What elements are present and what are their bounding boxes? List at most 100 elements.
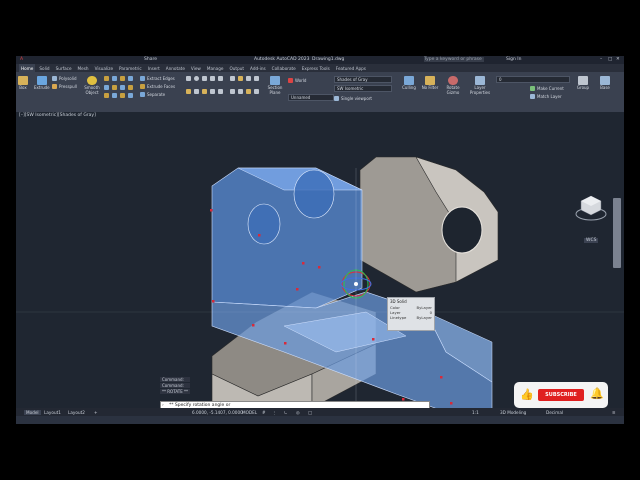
polysolid-button[interactable]: Polysolid bbox=[52, 76, 77, 81]
offset-icon[interactable] bbox=[246, 76, 251, 81]
add-layout-button[interactable]: + bbox=[94, 410, 98, 415]
ortho-icon[interactable]: ∟ bbox=[284, 410, 288, 415]
sign-in-link[interactable]: Sign In bbox=[506, 57, 521, 62]
box-button[interactable]: Box bbox=[18, 76, 28, 91]
model-tab[interactable]: Model bbox=[24, 409, 41, 415]
circle-icon[interactable] bbox=[194, 76, 199, 81]
rotate-gizmo-button[interactable]: Rotate Gizmo bbox=[442, 76, 464, 95]
tab-output[interactable]: Output bbox=[227, 64, 246, 72]
tab-surface[interactable]: Surface bbox=[54, 64, 74, 72]
rotate-icon[interactable] bbox=[202, 89, 207, 94]
mesh-tool-icon[interactable] bbox=[112, 93, 117, 99]
tab-home[interactable]: Home bbox=[19, 64, 36, 72]
drawing-viewport[interactable]: [–][SW Isometric][Shades of Gray] 3D Sol… bbox=[16, 112, 624, 408]
workspace-switch[interactable]: 3D Modeling bbox=[500, 410, 526, 415]
match-layer-button[interactable]: Match Layer bbox=[530, 94, 562, 99]
customize-icon[interactable]: ≡ bbox=[612, 410, 616, 415]
grid-icon[interactable]: # bbox=[262, 410, 266, 415]
mesh-tool-icon[interactable] bbox=[104, 84, 109, 90]
subscribe-badge[interactable]: 👍 SUBSCRIBE 🔔 bbox=[514, 382, 608, 408]
close-icon[interactable]: ✕ bbox=[616, 57, 620, 62]
stretch-icon[interactable] bbox=[246, 89, 251, 94]
subscribe-button[interactable]: SUBSCRIBE bbox=[538, 389, 584, 401]
fillet-icon[interactable] bbox=[238, 76, 243, 81]
mesh-tool-icon[interactable] bbox=[128, 76, 133, 81]
copy-icon[interactable] bbox=[194, 89, 199, 94]
scale-readout[interactable]: 1:1 bbox=[472, 410, 479, 415]
wcs-button[interactable]: WCS bbox=[584, 238, 599, 243]
polyline-icon[interactable] bbox=[210, 76, 215, 81]
rectangle-icon[interactable] bbox=[218, 76, 223, 81]
trim-icon[interactable] bbox=[230, 76, 235, 81]
tab-addins[interactable]: Add-ins bbox=[248, 64, 268, 72]
tab-featured-apps[interactable]: Featured Apps bbox=[334, 64, 368, 72]
section-plane-button[interactable]: Section Plane bbox=[266, 76, 284, 95]
mesh-tool-icon[interactable] bbox=[104, 93, 109, 99]
named-ucs-dropdown[interactable]: Unnamed bbox=[288, 94, 334, 101]
maximize-icon[interactable]: □ bbox=[608, 57, 612, 62]
tab-collaborate[interactable]: Collaborate bbox=[270, 64, 298, 72]
mesh-tool-icon[interactable] bbox=[112, 76, 117, 81]
bell-icon[interactable]: 🔔 bbox=[590, 387, 604, 400]
mesh-tool-icon[interactable] bbox=[120, 93, 125, 99]
mesh-tool-icon[interactable] bbox=[120, 76, 125, 81]
like-icon[interactable]: 👍 bbox=[520, 388, 534, 401]
viewcube[interactable] bbox=[574, 194, 608, 224]
navigation-bar[interactable] bbox=[613, 198, 621, 268]
tab-annotate[interactable]: Annotate bbox=[164, 64, 187, 72]
world-ucs-button[interactable]: World bbox=[288, 78, 306, 83]
share-label[interactable]: Share bbox=[144, 57, 157, 62]
mesh-tools bbox=[104, 76, 134, 100]
tab-parametric[interactable]: Parametric bbox=[117, 64, 144, 72]
tab-insert[interactable]: Insert bbox=[146, 64, 162, 72]
erase-icon[interactable] bbox=[230, 89, 235, 94]
base-button[interactable]: Base bbox=[596, 76, 614, 91]
osnap-icon[interactable]: □ bbox=[308, 410, 312, 415]
make-current-button[interactable]: Make Current bbox=[530, 86, 564, 91]
command-history-line: Command: bbox=[160, 383, 190, 388]
tab-express-tools[interactable]: Express Tools bbox=[300, 64, 332, 72]
explode-icon[interactable] bbox=[238, 89, 243, 94]
mesh-tool-icon[interactable] bbox=[128, 93, 133, 99]
visual-style-dropdown[interactable]: Shades of Gray bbox=[334, 76, 392, 83]
minimize-icon[interactable]: – bbox=[600, 57, 602, 62]
scale-icon[interactable] bbox=[254, 76, 259, 81]
mirror-icon[interactable] bbox=[210, 89, 215, 94]
extract-edges-button[interactable]: Extract Edges bbox=[140, 76, 175, 81]
mesh-tool-icon[interactable] bbox=[104, 76, 109, 81]
units-button[interactable]: Decimal bbox=[546, 410, 563, 415]
culling-button[interactable]: Culling bbox=[400, 76, 418, 91]
snap-icon[interactable]: ⋮ bbox=[272, 410, 276, 415]
no-filter-button[interactable]: No Filter bbox=[420, 76, 440, 91]
align-icon[interactable] bbox=[254, 89, 259, 94]
app-logo-icon[interactable]: A bbox=[20, 57, 23, 62]
mesh-tool-icon[interactable] bbox=[120, 84, 125, 90]
viewport-config-button[interactable]: Single viewport bbox=[334, 96, 372, 101]
array-icon[interactable] bbox=[218, 89, 223, 94]
presspull-button[interactable]: Presspull bbox=[52, 84, 77, 89]
tab-solid[interactable]: Solid bbox=[37, 64, 51, 72]
tab-manage[interactable]: Manage bbox=[205, 64, 226, 72]
smooth-object-button[interactable]: Smooth Object bbox=[84, 76, 100, 95]
layout2-tab[interactable]: Layout2 bbox=[68, 410, 85, 415]
layout1-tab[interactable]: Layout1 bbox=[44, 410, 61, 415]
separate-button[interactable]: Separate bbox=[140, 92, 165, 97]
mesh-tool-icon[interactable] bbox=[112, 84, 117, 90]
arc-icon[interactable] bbox=[202, 76, 207, 81]
move-icon[interactable] bbox=[186, 89, 191, 94]
layer-dropdown[interactable]: 0 bbox=[496, 76, 570, 83]
gray-upright-block[interactable] bbox=[359, 156, 499, 293]
tab-visualize[interactable]: Visualize bbox=[93, 64, 115, 72]
group-button[interactable]: Group bbox=[574, 76, 592, 91]
layer-properties-button[interactable]: Layer Properties bbox=[468, 76, 492, 95]
view-dropdown[interactable]: SW Isometric bbox=[334, 85, 392, 92]
tab-view[interactable]: View bbox=[189, 64, 203, 72]
extrude-faces-button[interactable]: Extrude Faces bbox=[140, 84, 175, 89]
extrude-button[interactable]: Extrude bbox=[34, 76, 50, 91]
mesh-tool-icon[interactable] bbox=[128, 84, 133, 90]
polar-icon[interactable]: ◎ bbox=[296, 410, 300, 415]
tab-mesh[interactable]: Mesh bbox=[76, 64, 91, 72]
line-icon[interactable] bbox=[186, 76, 191, 81]
search-box[interactable]: Type a keyword or phrase bbox=[424, 57, 484, 62]
model-space-button[interactable]: MODEL bbox=[242, 410, 257, 415]
